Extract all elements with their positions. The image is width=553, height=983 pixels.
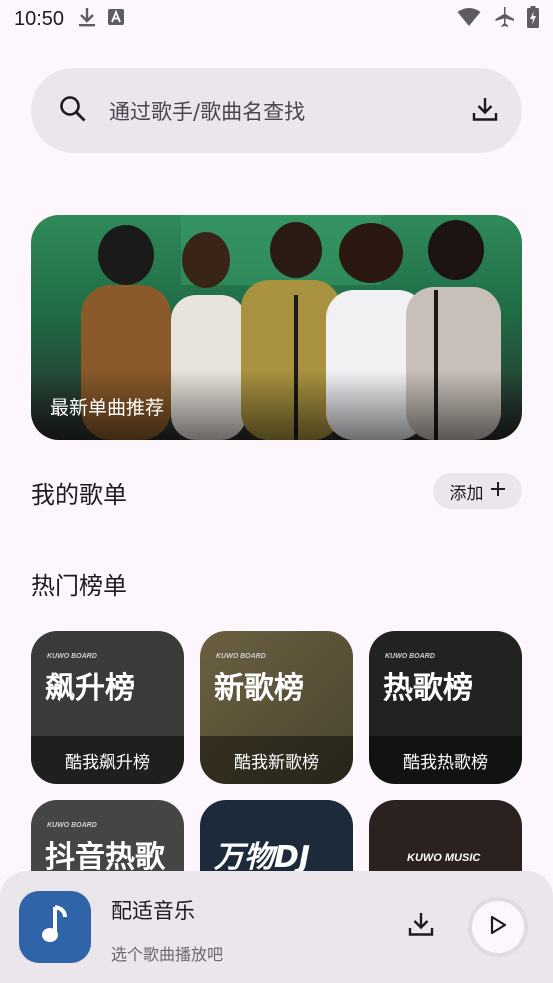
status-bar: 10:50 [0,0,553,38]
my-playlists-title: 我的歌单 [31,481,127,509]
card-big-text: 抖音热歌 [45,840,165,875]
card-label: 酷我飙升榜 [31,736,184,784]
card-big-text: 新歌榜 [214,671,304,706]
player-download-icon[interactable] [408,911,434,941]
download-notification-icon [78,7,96,32]
card-board-label: KUWO MUSIC [407,852,481,864]
search-icon [59,95,87,127]
chart-card-hot-songs[interactable]: KUWO BOARD 热歌榜 酷我热歌榜 [369,631,522,784]
battery-charging-icon [527,5,539,33]
card-label: 酷我热歌榜 [369,736,522,784]
card-board-label: KUWO BOARD [47,653,97,660]
airplane-mode-icon [493,6,515,33]
card-board-label: KUWO BOARD [216,653,266,660]
search-bar[interactable]: 通过歌手/歌曲名查找 [31,68,522,153]
card-big-text: 热歌榜 [383,671,473,706]
card-board-label: KUWO BOARD [385,653,435,660]
card-big-text: 飙升榜 [45,671,135,706]
add-playlist-button[interactable]: 添加 [433,473,522,509]
chart-card-soaring[interactable]: KUWO BOARD 飙升榜 酷我飙升榜 [31,631,184,784]
banner-title: 最新单曲推荐 [50,397,165,419]
wifi-icon [457,7,481,32]
card-label: 酷我新歌榜 [200,736,353,784]
chart-card-new-songs[interactable]: KUWO BOARD 新歌榜 酷我新歌榜 [200,631,353,784]
music-note-icon [41,905,69,949]
play-button[interactable] [468,897,528,957]
add-playlist-label: 添加 [449,483,484,504]
hot-charts-title: 热门榜单 [31,572,127,600]
player-subtitle: 选个歌曲播放吧 [111,945,224,964]
card-board-label: KUWO BOARD [47,822,97,829]
play-icon [489,915,507,939]
download-icon[interactable] [472,96,498,126]
card-big-text: 万物DJ [214,840,311,875]
status-time: 10:50 [14,7,65,30]
mini-player[interactable]: 配适音乐 选个歌曲播放吧 [0,871,553,983]
app-notification-icon [108,8,125,30]
album-art [19,891,91,963]
player-title: 配适音乐 [111,899,195,923]
plus-icon [490,481,506,502]
new-singles-banner[interactable]: 最新单曲推荐 [31,215,522,440]
search-input[interactable]: 通过歌手/歌曲名查找 [109,96,472,126]
